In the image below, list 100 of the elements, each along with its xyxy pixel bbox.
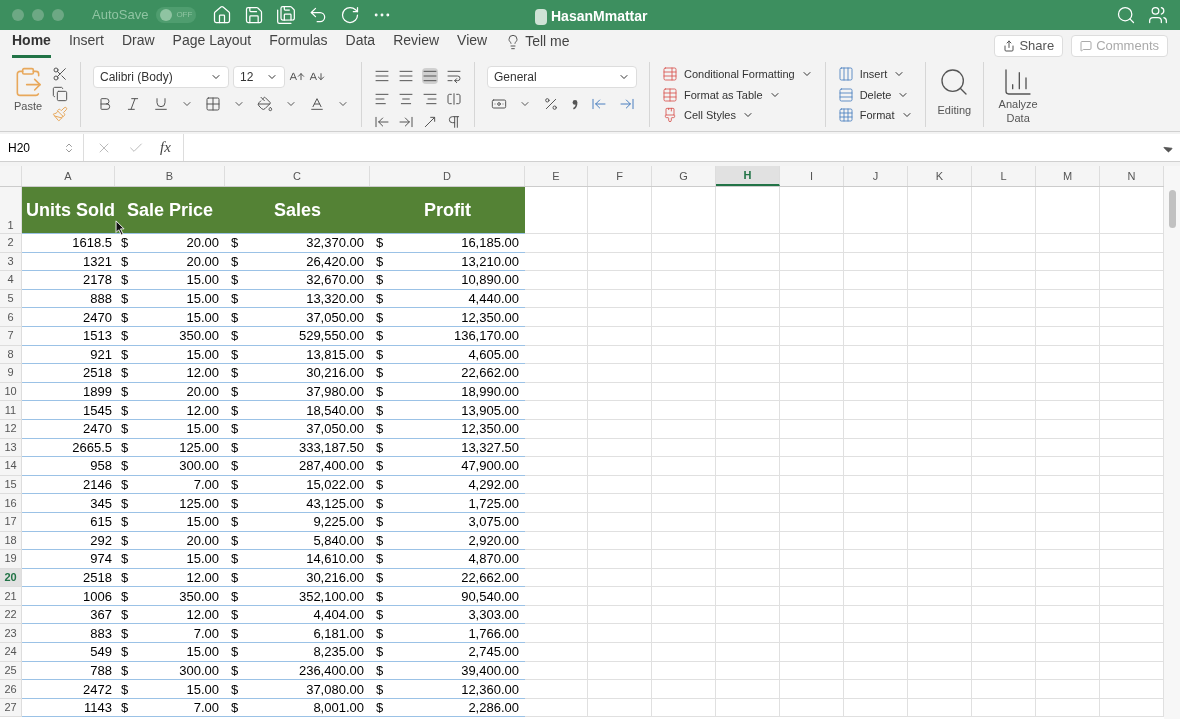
cell-value: 15.00 [186,552,219,566]
row-header[interactable]: 9 [0,364,22,383]
decrease-decimal-icon[interactable] [619,96,635,112]
row-header[interactable]: 2 [0,234,22,253]
column-header[interactable]: A [22,166,115,186]
cell-value: 47,900.00 [461,459,519,473]
number-format-dropdown[interactable]: General [487,66,637,88]
fill-color-icon[interactable] [257,96,273,112]
grid-cell [780,661,844,681]
bold-icon[interactable] [97,96,113,112]
cells-button[interactable]: Insert [837,66,913,83]
search-icon[interactable] [1116,5,1136,25]
row-header[interactable]: 24 [0,643,22,662]
grid-cell [972,457,1036,476]
grid-cell [972,364,1036,383]
column-header[interactable]: B [115,166,225,186]
tell-me-field[interactable]: Tell me [525,31,570,52]
grid-cell [525,475,588,495]
grid-cell [716,364,780,383]
merge-icon[interactable] [446,90,462,107]
grid-cell [716,457,780,476]
insert-function-button[interactable]: fx [160,136,171,159]
column-header[interactable]: E [525,166,588,186]
percent-icon[interactable] [543,96,559,112]
grid-cell [972,624,1036,644]
save-as-icon[interactable] [276,5,297,25]
row-header[interactable]: 23 [0,624,22,644]
styles-button[interactable]: Cell Styles [662,107,813,124]
home-icon[interactable] [212,5,233,25]
text-direction-icon[interactable] [446,113,462,130]
grid-cell [652,587,716,606]
ribbon-tab[interactable]: Data [345,30,376,58]
increase-decimal-icon[interactable] [591,96,607,112]
row-header[interactable]: 16 [0,494,22,513]
font-size-dropdown[interactable]: 12 [233,66,285,88]
row-header[interactable]: 21 [0,587,22,606]
cells-button[interactable]: Format [837,107,913,124]
styles-button[interactable]: Conditional Formatting [662,66,813,83]
table-cell: 1513 [22,326,115,346]
row-header[interactable]: 11 [0,401,22,420]
column-header[interactable]: M [1036,166,1100,186]
grid-cell [844,475,908,495]
ribbon-tab[interactable]: Insert [68,30,104,58]
currency-symbol: $ [121,626,129,640]
cells-button[interactable]: Delete [837,86,913,103]
column-header[interactable]: I [780,166,844,186]
analyze-data-button[interactable]: Analyze Data [996,58,1041,131]
grid-cell [652,438,716,458]
styles-button[interactable]: Format as Table [662,86,813,103]
scissors-icon[interactable] [52,66,68,82]
grid-cell [652,698,716,718]
grid-cell [844,234,908,253]
borders-icon[interactable] [205,96,221,112]
paste-button[interactable]: Paste [12,66,44,115]
cell-value: 12,360.00 [461,682,519,696]
column-header[interactable]: H [716,166,780,186]
name-box[interactable]: H20 [0,134,84,161]
currency-symbol: $ [231,552,239,566]
italic-icon[interactable] [125,96,141,112]
ribbon-tab[interactable]: Draw [121,30,155,58]
font-color-icon[interactable] [309,96,325,112]
editing-button[interactable]: Editing [937,58,972,131]
grid-cell [972,661,1036,681]
underline-icon[interactable] [153,96,169,112]
people-icon[interactable] [1148,5,1168,25]
grid-cell [972,698,1036,718]
grid-cell [844,364,908,383]
currency-icon[interactable] [491,96,507,112]
ribbon-tab[interactable]: Page Layout [172,30,252,58]
column-header[interactable]: F [588,166,652,186]
row-header[interactable]: 1 [0,187,22,234]
grid-cell [780,234,844,253]
share-button[interactable]: Share [994,35,1064,57]
grid-cell [908,494,972,513]
copy-icon[interactable] [52,86,68,102]
currency-symbol: $ [376,645,384,659]
row-header[interactable]: 19 [0,550,22,569]
column-header[interactable]: J [844,166,908,186]
ribbon-tab[interactable]: Review [393,30,440,58]
cell-value: 12,350.00 [461,422,519,436]
currency-symbol: $ [376,236,384,250]
align-bottom-icon[interactable] [422,67,438,84]
save-icon[interactable] [244,5,265,25]
ribbon-tab[interactable]: Formulas [269,30,328,58]
grid-cell [780,187,844,234]
row-header[interactable]: 4 [0,271,22,290]
cell-value: 13,327.50 [461,440,519,454]
column-header[interactable]: C [225,166,370,186]
font-dropdown[interactable]: Calibri (Body) [93,66,229,88]
currency-symbol: $ [231,478,239,491]
redo-icon[interactable] [340,5,361,25]
scrollbar[interactable] [1164,166,1180,719]
column-header[interactable]: K [908,166,972,186]
row-header[interactable]: 26 [0,680,22,699]
column-header[interactable]: L [972,166,1036,186]
ribbon-tab[interactable]: View [457,30,488,58]
grid-cell [588,494,652,513]
row-header[interactable]: 6 [0,308,22,327]
column-header[interactable]: D [370,166,525,186]
row-header[interactable]: 14 [0,457,22,476]
